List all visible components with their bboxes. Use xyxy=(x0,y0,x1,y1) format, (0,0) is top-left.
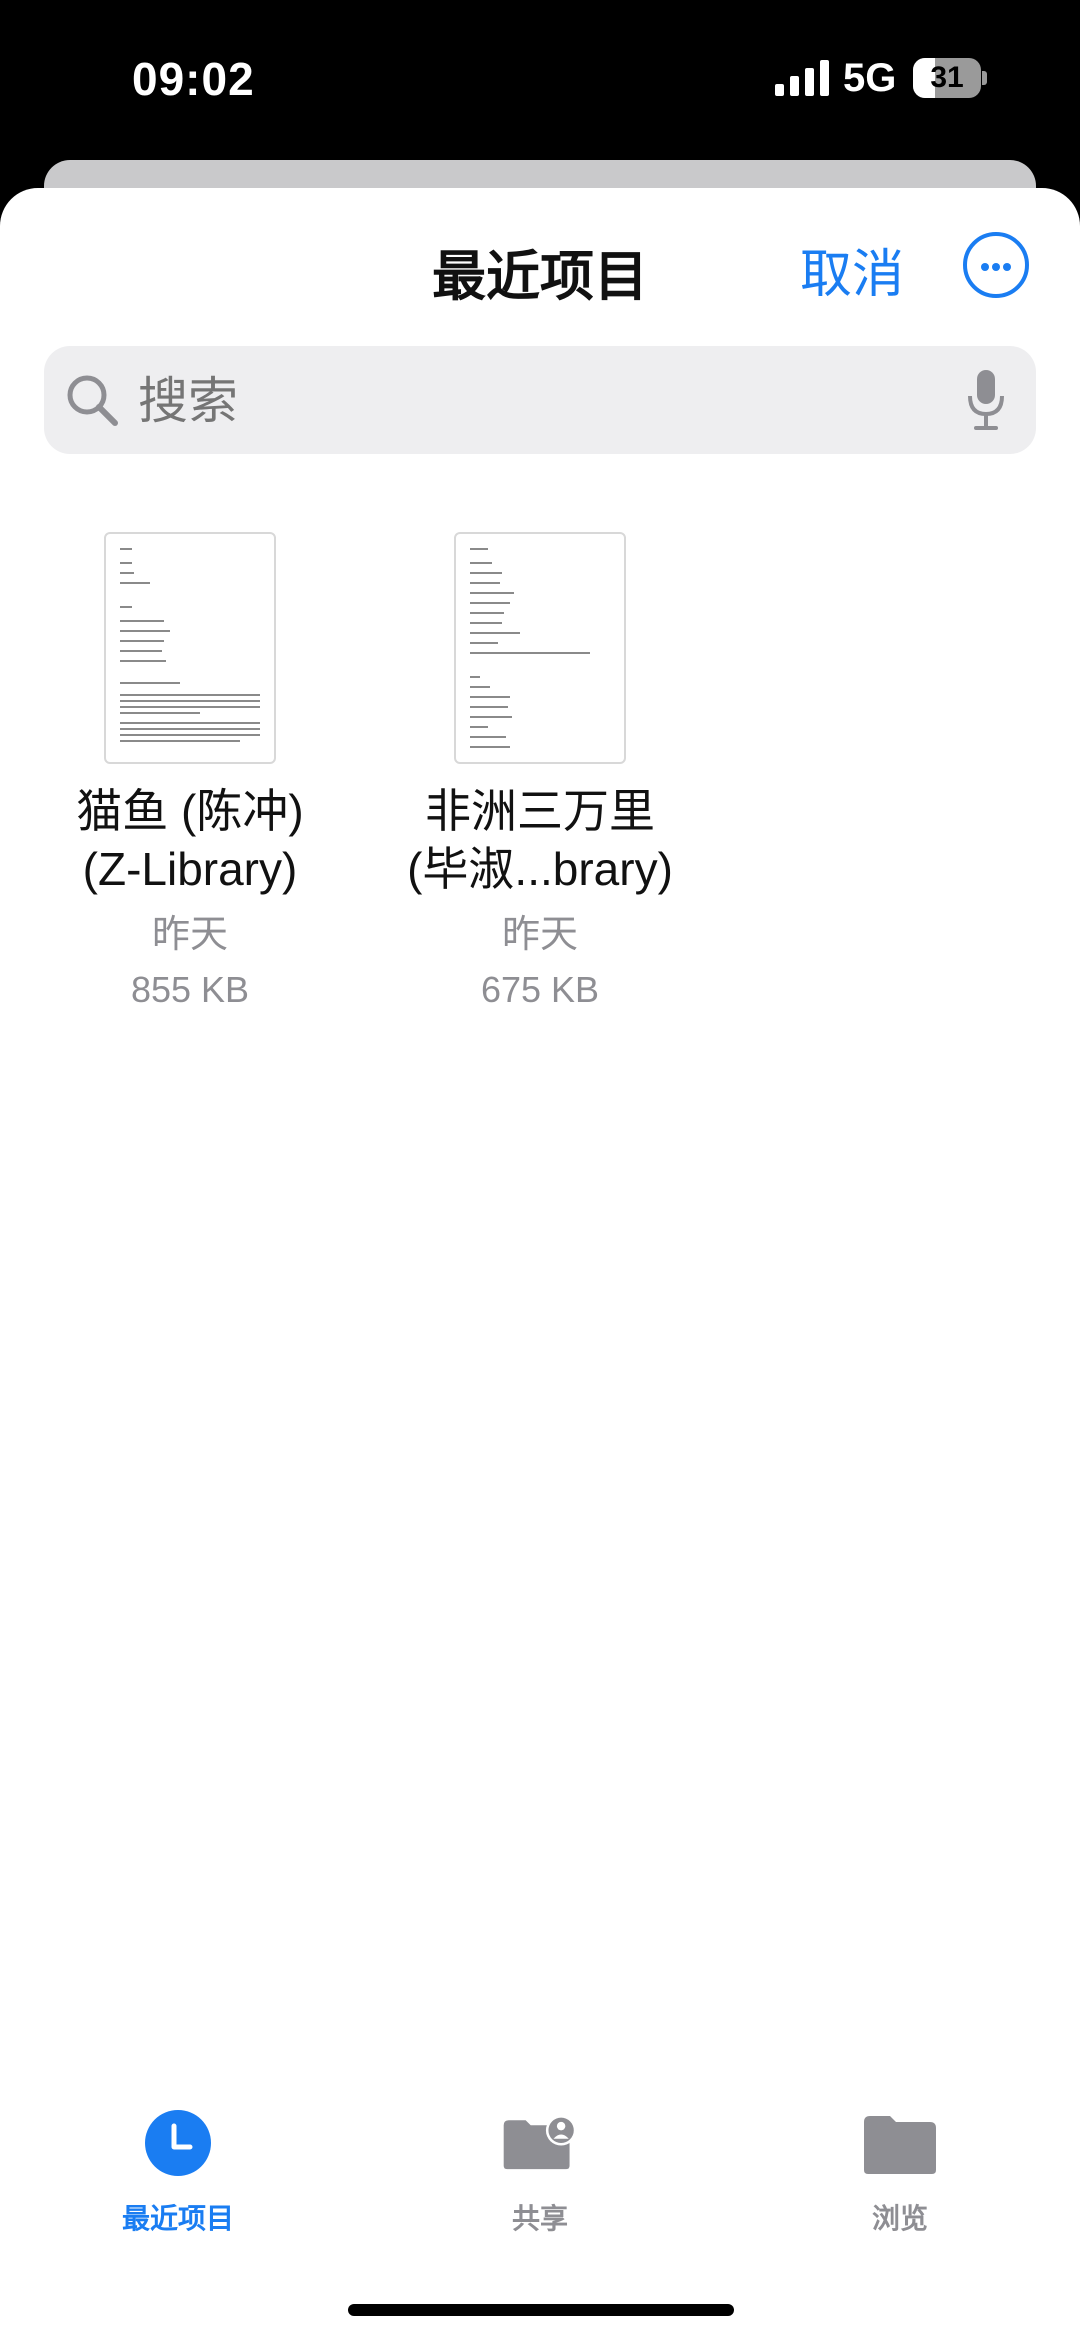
file-name: 猫鱼 (陈冲) (Z-Library) xyxy=(76,785,304,895)
cancel-button[interactable]: 取消 xyxy=(800,232,904,307)
tab-bar: 最近项目 共享 浏览 xyxy=(0,2110,1080,2270)
shared-folder-icon xyxy=(503,2115,577,2170)
battery-level: 31 xyxy=(930,61,964,94)
file-date: 昨天 xyxy=(151,914,228,956)
tab-browse[interactable]: 浏览 xyxy=(780,2110,1020,2237)
search-input[interactable] xyxy=(136,346,960,456)
folder-icon xyxy=(864,2116,936,2174)
file-item[interactable]: 猫鱼 (陈冲) (Z-Library) 昨天 855 KB xyxy=(30,532,350,1016)
page-title: 最近项目 xyxy=(432,247,648,307)
tab-shared[interactable]: 共享 xyxy=(420,2110,660,2237)
file-date: 昨天 xyxy=(501,914,578,956)
magnifier-icon xyxy=(67,375,118,426)
tab-label: 最近项目 xyxy=(121,2203,234,2234)
document-thumbnail xyxy=(104,532,276,764)
battery-icon: 31 xyxy=(913,58,987,98)
document-thumbnail xyxy=(454,532,626,764)
file-size: 675 KB xyxy=(480,969,600,1010)
document-picker-sheet xyxy=(0,188,1080,2341)
tab-label: 浏览 xyxy=(871,2203,928,2234)
file-item[interactable]: 非洲三万里 (毕淑...brary) 昨天 675 KB xyxy=(380,532,700,1016)
status-time: 09:02 xyxy=(132,53,255,105)
tab-recents[interactable]: 最近项目 xyxy=(58,2110,298,2237)
home-indicator xyxy=(348,2304,734,2316)
search-bar[interactable] xyxy=(44,346,1036,456)
cellular-signal-icon xyxy=(775,60,829,96)
status-bar: 09:02 5G 31 xyxy=(0,0,1080,160)
file-size: 855 KB xyxy=(130,969,250,1010)
network-type: 5G xyxy=(843,56,897,100)
ellipsis-circle-icon[interactable] xyxy=(963,232,1029,298)
file-name: 非洲三万里 (毕淑...brary) xyxy=(407,785,673,895)
clock-icon xyxy=(145,2110,211,2176)
tab-label: 共享 xyxy=(511,2203,568,2234)
microphone-icon[interactable] xyxy=(966,368,1006,434)
